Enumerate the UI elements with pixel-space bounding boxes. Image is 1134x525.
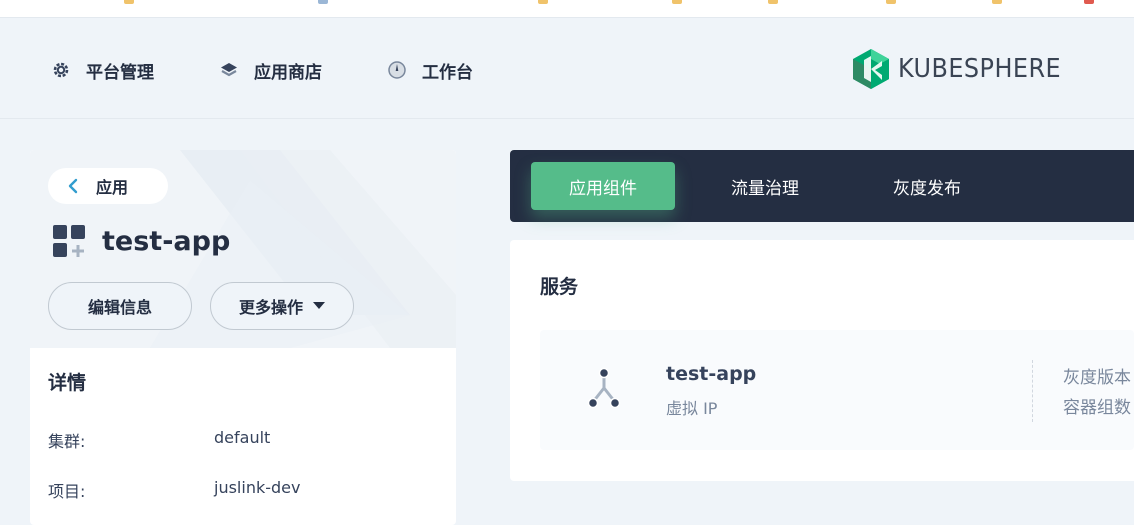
gear-icon bbox=[50, 59, 72, 81]
bookmark-folder-icon[interactable] bbox=[886, 0, 896, 4]
divider bbox=[1032, 360, 1033, 422]
service-topology-icon bbox=[587, 367, 621, 409]
service-list-item[interactable]: test-app 虚拟 IP 灰度版本 容器组数 bbox=[540, 330, 1134, 450]
services-title: 服务 bbox=[540, 276, 579, 298]
services-card: 服务 test-app 虚拟 IP 灰度版本 容器组数 bbox=[510, 240, 1134, 481]
nav-workbench[interactable]: 工作台 bbox=[386, 58, 473, 83]
detail-key: 集群: bbox=[48, 432, 86, 451]
app-tabs: 应用组件 流量治理 灰度发布 bbox=[510, 150, 1134, 222]
more-actions-label: 更多操作 bbox=[238, 298, 303, 317]
service-pod-count: 容器组数 bbox=[1063, 398, 1131, 418]
tab-app-components[interactable]: 应用组件 bbox=[531, 162, 675, 210]
nav-label: 平台管理 bbox=[86, 62, 154, 83]
back-label: 应用 bbox=[96, 178, 129, 197]
bookmark-folder-icon[interactable] bbox=[672, 0, 682, 4]
service-name[interactable]: test-app bbox=[666, 363, 756, 385]
bookmark-icon[interactable] bbox=[1084, 0, 1094, 4]
edit-info-label: 编辑信息 bbox=[87, 298, 152, 317]
tab-label: 流量治理 bbox=[731, 178, 799, 199]
app-title: test-app bbox=[52, 224, 230, 258]
service-grayscale-version: 灰度版本 bbox=[1063, 368, 1131, 388]
back-to-apps-button[interactable]: 应用 bbox=[48, 168, 168, 204]
logo-text: KUBESPHERE bbox=[898, 54, 1062, 84]
bookmark-folder-icon[interactable] bbox=[538, 0, 548, 4]
nav-app-store[interactable]: 应用商店 bbox=[218, 58, 322, 83]
top-navigation: 平台管理 应用商店 工作台 KUBESPHERE bbox=[0, 18, 1134, 119]
app-detail-panel: 应用 test-app 编辑信息 更多操作 详情 集群: default 项目:… bbox=[30, 150, 456, 525]
detail-key: 项目: bbox=[48, 482, 86, 501]
bookmark-folder-icon[interactable] bbox=[768, 0, 778, 4]
app-name: test-app bbox=[102, 225, 231, 257]
more-actions-button[interactable]: 更多操作 bbox=[210, 282, 354, 330]
caret-down-icon bbox=[313, 302, 325, 309]
tab-label: 灰度发布 bbox=[893, 178, 961, 199]
chevron-left-icon bbox=[68, 178, 78, 194]
edit-info-button[interactable]: 编辑信息 bbox=[48, 282, 192, 330]
tab-label: 应用组件 bbox=[569, 178, 637, 199]
bookmark-bar bbox=[0, 0, 1134, 18]
bookmark-icon[interactable] bbox=[318, 0, 328, 4]
kubesphere-logo-icon bbox=[853, 49, 889, 89]
nav-label: 应用商店 bbox=[254, 62, 322, 83]
nav-label: 工作台 bbox=[422, 62, 473, 83]
detail-value: default bbox=[214, 428, 271, 447]
service-subtitle: 虚拟 IP bbox=[666, 399, 718, 418]
bookmark-folder-icon[interactable] bbox=[992, 0, 1002, 4]
app-grid-icon bbox=[53, 225, 85, 257]
details-title: 详情 bbox=[48, 372, 87, 394]
kubesphere-logo[interactable]: KUBESPHERE bbox=[852, 48, 1075, 90]
tab-traffic-management[interactable]: 流量治理 bbox=[693, 162, 837, 210]
bookmark-folder-icon[interactable] bbox=[124, 0, 134, 4]
layers-icon bbox=[218, 59, 240, 81]
detail-value: juslink-dev bbox=[214, 478, 301, 497]
app-header-area: 应用 test-app 编辑信息 更多操作 bbox=[30, 150, 456, 348]
dashboard-icon bbox=[386, 59, 408, 81]
nav-platform-management[interactable]: 平台管理 bbox=[50, 58, 154, 83]
tab-grayscale-release[interactable]: 灰度发布 bbox=[855, 162, 999, 210]
